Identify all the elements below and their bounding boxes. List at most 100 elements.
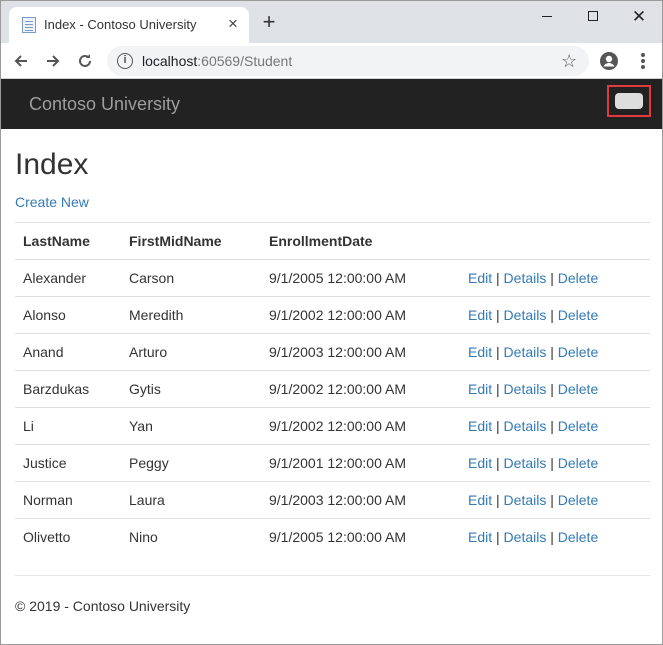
page-title: Index — [15, 148, 89, 181]
cell-firstmidname: Carson — [121, 259, 261, 297]
link-separator: | — [496, 307, 500, 323]
cell-lastname: Norman — [15, 481, 121, 519]
window-close-button[interactable]: ✕ — [616, 1, 662, 31]
table-body: Alexander Carson 9/1/2005 12:00:00 AM Edit … — [15, 259, 650, 556]
details-link[interactable]: Details — [504, 418, 547, 434]
cell-actions: Edit | Details | Delete — [460, 333, 650, 371]
cell-firstmidname: Gytis — [121, 370, 261, 408]
details-link[interactable]: Details — [504, 307, 547, 323]
edit-link[interactable]: Edit — [468, 418, 492, 434]
link-separator: | — [550, 455, 554, 471]
edit-link[interactable]: Edit — [468, 307, 492, 323]
cell-enrollmentdate: 9/1/2005 12:00:00 AM — [261, 518, 460, 556]
back-button[interactable] — [7, 47, 35, 75]
tab-strip: Index - Contoso University × + ✕ — [1, 1, 662, 43]
minimize-button[interactable] — [524, 1, 570, 31]
header-firstmidname[interactable]: FirstMidName — [121, 222, 261, 260]
cell-lastname: Alonso — [15, 296, 121, 334]
cell-lastname: Justice — [15, 444, 121, 482]
details-link[interactable]: Details — [504, 492, 547, 508]
profile-icon[interactable] — [599, 51, 619, 71]
info-icon[interactable]: i — [117, 53, 133, 69]
cell-firstmidname: Laura — [121, 481, 261, 519]
footer-text: © 2019 - Contoso University — [15, 598, 191, 614]
delete-link[interactable]: Delete — [558, 492, 598, 508]
edit-link[interactable]: Edit — [468, 344, 492, 360]
delete-link[interactable]: Delete — [558, 455, 598, 471]
back-arrow-icon — [14, 55, 27, 67]
details-link[interactable]: Details — [504, 381, 547, 397]
cell-firstmidname: Nino — [121, 518, 261, 556]
delete-link[interactable]: Delete — [558, 381, 598, 397]
link-separator: | — [550, 270, 554, 286]
brand-link[interactable]: Contoso University — [29, 94, 180, 115]
site-navbar: Contoso University — [1, 79, 662, 129]
link-separator: | — [496, 344, 500, 360]
table-row: Olivetto Nino 9/1/2005 12:00:00 AM Edit | D… — [15, 518, 650, 556]
header-enrollmentdate[interactable]: EnrollmentDate — [261, 222, 460, 260]
delete-link[interactable]: Delete — [558, 307, 598, 323]
cell-enrollmentdate: 9/1/2002 12:00:00 AM — [261, 407, 460, 445]
cell-actions: Edit | Details | Delete — [460, 481, 650, 519]
cell-firstmidname: Yan — [121, 407, 261, 445]
edit-link[interactable]: Edit — [468, 492, 492, 508]
delete-link[interactable]: Delete — [558, 270, 598, 286]
cell-lastname: Alexander — [15, 259, 121, 297]
bookmark-star-icon[interactable]: ☆ — [561, 51, 577, 72]
close-icon: ✕ — [631, 6, 647, 26]
students-table: LastName FirstMidName EnrollmentDate Ale… — [15, 222, 650, 556]
details-link[interactable]: Details — [504, 270, 547, 286]
edit-link[interactable]: Edit — [468, 270, 492, 286]
cell-actions: Edit | Details | Delete — [460, 370, 650, 408]
cell-lastname: Olivetto — [15, 518, 121, 556]
cell-actions: Edit | Details | Delete — [460, 259, 650, 297]
url-text[interactable]: localhost:60569/Student — [142, 53, 292, 69]
maximize-button[interactable] — [570, 1, 616, 31]
details-link[interactable]: Details — [504, 529, 547, 545]
link-separator: | — [550, 418, 554, 434]
header-lastname[interactable]: LastName — [15, 222, 121, 260]
delete-link[interactable]: Delete — [558, 418, 598, 434]
edit-link[interactable]: Edit — [468, 381, 492, 397]
cell-actions: Edit | Details | Delete — [460, 296, 650, 334]
minimize-icon — [542, 15, 552, 17]
tab-close-icon[interactable]: × — [223, 14, 243, 34]
new-tab-button[interactable]: + — [257, 11, 281, 35]
maximize-icon — [588, 11, 598, 21]
details-link[interactable]: Details — [504, 344, 547, 360]
cell-lastname: Anand — [15, 333, 121, 371]
footer-divider — [15, 575, 650, 576]
forward-button[interactable] — [39, 47, 67, 75]
delete-link[interactable]: Delete — [558, 344, 598, 360]
browser-tab[interactable]: Index - Contoso University × — [9, 7, 249, 43]
link-separator: | — [496, 529, 500, 546]
header-actions — [460, 222, 650, 260]
forward-arrow-icon — [47, 55, 60, 67]
cell-firstmidname: Peggy — [121, 444, 261, 482]
address-bar[interactable]: i localhost:60569/Student ☆ — [107, 46, 589, 76]
browser-window: Index - Contoso University × + ✕ i local… — [0, 0, 663, 645]
edit-link[interactable]: Edit — [468, 529, 492, 545]
create-new-link[interactable]: Create New — [15, 194, 89, 210]
browser-menu-icon[interactable] — [633, 51, 653, 71]
table-row: Alexander Carson 9/1/2005 12:00:00 AM Edit … — [15, 259, 650, 297]
link-separator: | — [550, 492, 554, 508]
delete-link[interactable]: Delete — [558, 529, 598, 545]
tab-title: Index - Contoso University — [44, 17, 197, 32]
link-separator: | — [496, 418, 500, 434]
highlight-box — [607, 85, 651, 117]
cell-lastname: Barzdukas — [15, 370, 121, 408]
edit-link[interactable]: Edit — [468, 455, 492, 471]
navbar-toggle-button[interactable] — [615, 93, 643, 109]
details-link[interactable]: Details — [504, 455, 547, 471]
cell-enrollmentdate: 9/1/2002 12:00:00 AM — [261, 296, 460, 334]
reload-icon — [79, 54, 91, 67]
cell-enrollmentdate: 9/1/2003 12:00:00 AM — [261, 333, 460, 371]
url-host: localhost — [142, 53, 198, 69]
table-row: Alonso Meredith 9/1/2002 12:00:00 AM Edit |… — [15, 296, 650, 334]
reload-button[interactable] — [71, 47, 99, 75]
table-row: Anand Arturo 9/1/2003 12:00:00 AM Edit | De… — [15, 333, 650, 371]
url-path: :60569/Student — [197, 53, 293, 69]
table-row: Justice Peggy 9/1/2001 12:00:00 AM Edit | D… — [15, 444, 650, 482]
table-row: Norman Laura 9/1/2003 12:00:00 AM Edit | De… — [15, 481, 650, 519]
